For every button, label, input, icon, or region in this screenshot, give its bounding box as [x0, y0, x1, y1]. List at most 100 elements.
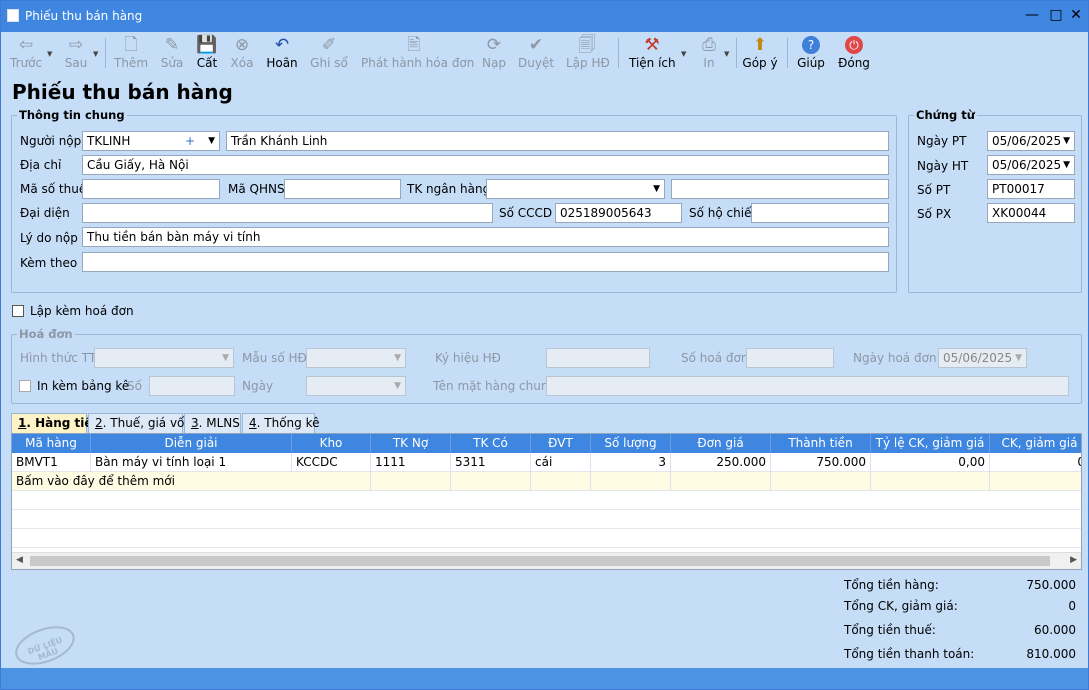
cell-tk-co[interactable]: 5311 — [451, 453, 531, 472]
qhns-field[interactable] — [284, 179, 401, 199]
column-header[interactable]: TK Nợ — [371, 434, 451, 453]
post-button[interactable]: ✐ Ghi sổ — [310, 34, 348, 72]
column-header[interactable]: ĐVT — [531, 434, 591, 453]
list-number-field[interactable] — [149, 376, 235, 396]
so-px-field[interactable]: XK00044 — [987, 203, 1075, 223]
cell-ck-giam-gia[interactable]: 0 — [990, 453, 1081, 472]
issue-invoice-button[interactable]: 🖹 Phát hành hóa đơn — [361, 34, 474, 72]
invoice-date-picker[interactable]: 05/06/2025 ▼ — [938, 348, 1027, 368]
column-header[interactable]: Số lượng — [591, 434, 671, 453]
column-header[interactable]: Diễn giải — [91, 434, 292, 453]
plus-icon[interactable]: + — [185, 132, 195, 150]
address-field[interactable]: Cầu Giấy, Hà Nội — [82, 155, 889, 175]
column-header[interactable]: Thành tiền — [771, 434, 871, 453]
date-pt-picker[interactable]: 05/06/2025 ▼ — [987, 131, 1075, 151]
payer-name-field[interactable]: Trần Khánh Linh — [226, 131, 889, 151]
toolbar-separator — [787, 38, 788, 68]
cell-tk-no[interactable]: 1111 — [371, 453, 451, 472]
add-button[interactable]: 🗋 Thêm — [114, 34, 148, 72]
edit-button[interactable]: ✎ Sửa — [157, 34, 187, 72]
print-list-checkbox[interactable] — [19, 380, 31, 392]
list-number-label: Số — [127, 379, 142, 393]
date-ht-picker[interactable]: 05/06/2025 ▼ — [987, 155, 1075, 175]
empty-cell — [591, 472, 671, 491]
utilities-button[interactable]: ⚒ Tiện ích — [629, 34, 676, 72]
tab-hang-tien[interactable]: 1. Hàng tiền — [11, 413, 101, 433]
cell-ty-le-ck[interactable]: 0,00 — [871, 453, 990, 472]
chevron-down-icon[interactable]: ▼ — [1063, 156, 1070, 174]
payment-method-combo[interactable]: ▼ — [94, 348, 234, 368]
tab-thong-ke[interactable]: 4. Thống kê — [242, 413, 320, 433]
chevron-down-icon[interactable]: ▼ — [1063, 132, 1070, 150]
cell-don-gia[interactable]: 250.000 — [671, 453, 771, 472]
tax-code-field[interactable] — [82, 179, 220, 199]
total-payment-label: Tổng tiền thanh toán: — [844, 647, 975, 661]
cell-ma-hang[interactable]: BMVT1 — [12, 453, 91, 472]
utilities-dropdown-icon[interactable]: ▼ — [681, 50, 686, 58]
undo-button[interactable]: ↶ Hoãn — [265, 34, 299, 72]
total-payment-value: 810.000 — [1026, 647, 1076, 661]
delete-button[interactable]: ⊗ Xóa — [227, 34, 257, 72]
minimize-button[interactable]: — — [1022, 7, 1042, 23]
close-window-button[interactable]: ✕ — [1066, 7, 1086, 23]
invoice-template-combo[interactable]: ▼ — [306, 348, 406, 368]
column-header[interactable]: Kho — [292, 434, 371, 453]
feedback-button[interactable]: ⬆ Góp ý — [742, 34, 778, 72]
tab-thue-gia-von[interactable]: 2. Thuế, giá vốn — [88, 413, 192, 433]
scroll-left-icon[interactable]: ◀ — [16, 555, 23, 565]
load-button[interactable]: ⟳ Nạp — [479, 34, 509, 72]
general-info-label: Thông tin chung — [17, 108, 127, 122]
column-header[interactable]: TK Có — [451, 434, 531, 453]
sample-data-stamp: DỮ LIỆU MẪU — [9, 616, 88, 674]
representative-field[interactable] — [82, 203, 493, 223]
print-dropdown-icon[interactable]: ▼ — [724, 50, 729, 58]
attachment-field[interactable] — [82, 252, 889, 272]
cccd-field[interactable]: 025189005643 — [555, 203, 682, 223]
horizontal-scrollbar[interactable]: ◀ ▶ — [12, 552, 1081, 569]
chevron-down-icon[interactable]: ▼ — [653, 180, 660, 198]
list-date-picker[interactable]: ▼ — [306, 376, 406, 396]
column-header[interactable]: Mã hàng — [12, 434, 91, 453]
create-invoice-button[interactable]: 🗐 Lập HĐ — [566, 34, 610, 72]
next-dropdown-icon[interactable]: ▼ — [93, 50, 98, 58]
cell-so-luong[interactable]: 3 — [591, 453, 671, 472]
scroll-right-icon[interactable]: ▶ — [1070, 555, 1077, 565]
help-button[interactable]: ? Giúp — [796, 34, 826, 72]
toolbar-separator — [736, 38, 737, 68]
invoice-number-field[interactable] — [746, 348, 834, 368]
reason-field[interactable]: Thu tiền bán bàn máy vi tính — [82, 227, 889, 247]
cell-thanh-tien[interactable]: 750.000 — [771, 453, 871, 472]
chevron-down-icon[interactable]: ▼ — [208, 132, 215, 150]
list-date-label: Ngày — [242, 379, 274, 393]
so-pt-field[interactable]: PT00017 — [987, 179, 1075, 199]
back-dropdown-icon[interactable]: ▼ — [47, 50, 52, 58]
tab-mlns[interactable]: 3. MLNS — [184, 413, 241, 433]
save-button[interactable]: 💾 Cất — [193, 34, 221, 72]
passport-field[interactable] — [751, 203, 889, 223]
add-new-row[interactable]: Bấm vào đây để thêm mới — [12, 472, 1081, 491]
maximize-button[interactable]: □ — [1046, 7, 1066, 23]
approve-button[interactable]: ✔ Duyệt — [518, 34, 554, 72]
bank-account-combo[interactable]: ▼ — [486, 179, 665, 199]
next-button[interactable]: ⇨ Sau — [62, 34, 90, 72]
cell-kho[interactable]: KCCDC — [292, 453, 371, 472]
cell-dvt[interactable]: cái — [531, 453, 591, 472]
bank-name-field[interactable] — [671, 179, 889, 199]
add-new-row-text[interactable]: Bấm vào đây để thêm mới — [12, 472, 292, 491]
column-header[interactable]: CK, giảm giá — [990, 434, 1081, 453]
column-header[interactable]: Tỷ lệ CK, giảm giá — [871, 434, 990, 453]
scrollbar-thumb[interactable] — [30, 556, 1050, 566]
payer-code-combo[interactable]: TKLINH + ▼ — [82, 131, 220, 151]
column-header[interactable]: Đơn giá — [671, 434, 771, 453]
detail-grid[interactable]: Mã hàng Diễn giải Kho TK Nợ TK Có ĐVT Số… — [11, 433, 1082, 570]
cell-dien-giai[interactable]: Bàn máy vi tính loại 1 — [91, 453, 292, 472]
create-invoice-checkbox[interactable] — [12, 305, 24, 317]
table-row[interactable]: BMVT1 Bàn máy vi tính loại 1 KCCDC 1111 … — [12, 453, 1081, 472]
print-button[interactable]: ⎙ In — [696, 34, 722, 72]
invoice-symbol-field[interactable] — [546, 348, 650, 368]
close-button[interactable]: ⏻ Đóng — [838, 34, 870, 72]
delete-document-icon: ⊗ — [234, 35, 250, 55]
common-item-name-field[interactable] — [546, 376, 1069, 396]
back-button[interactable]: ⇦ Trước — [10, 34, 42, 72]
total-discount-value: 0 — [1068, 599, 1076, 613]
